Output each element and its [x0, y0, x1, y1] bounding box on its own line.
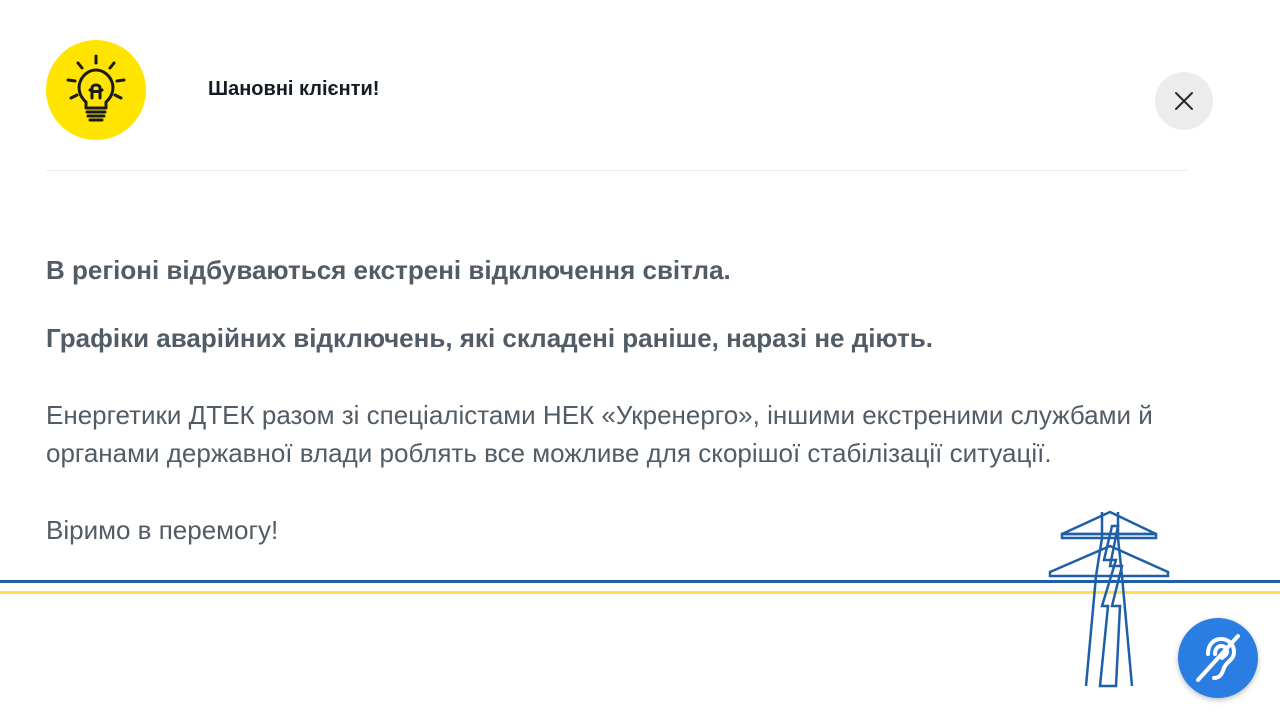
accessibility-button[interactable]: [1178, 618, 1258, 698]
lightbulb-icon: [66, 54, 126, 122]
header-divider: [46, 170, 1188, 171]
lightbulb-badge: [46, 40, 146, 140]
message-paragraph: Енергетики ДТЕК разом зі спеціалістами Н…: [46, 400, 1153, 468]
modal-header: Шановні клієнти!: [46, 40, 1213, 140]
message-body: В регіоні відбуваються екстрені відключе…: [46, 250, 1166, 549]
message-line-1: В регіоні відбуваються екстрені відключе…: [46, 255, 731, 285]
message-closing: Віримо в перемогу!: [46, 515, 279, 545]
message-line-2: Графіки аварійних відключень, які складе…: [46, 323, 933, 353]
page-title: Шановні клієнти!: [208, 78, 380, 100]
power-pylon-icon: [1048, 510, 1170, 688]
hearing-impaired-icon: [1196, 634, 1240, 682]
close-icon: [1175, 92, 1193, 110]
notice-modal: Шановні клієнти! В регіоні відбуваються …: [0, 0, 1280, 717]
close-button[interactable]: [1155, 72, 1213, 130]
